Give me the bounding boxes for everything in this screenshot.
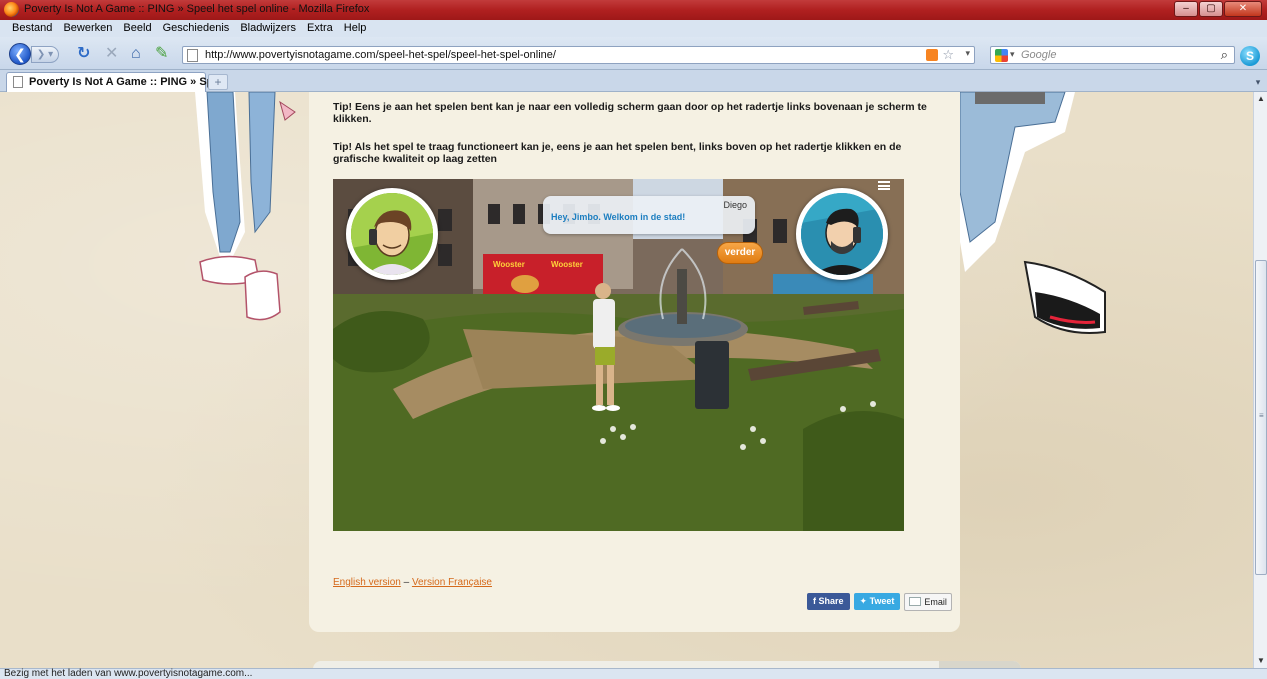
menu-geschiedenis[interactable]: Geschiedenis (159, 20, 234, 34)
skype-icon[interactable]: S (1240, 46, 1260, 66)
menu-bladwijzers[interactable]: Bladwijzers (236, 20, 300, 34)
status-bar: Bezig met het laden van www.povertyisnot… (0, 668, 1267, 679)
dialog-text: Hey, Jimbo. Welkom in de stad! (551, 212, 686, 222)
tab-active[interactable]: Poverty Is Not A Game :: PING » Spe... (6, 72, 229, 92)
scroll-up-arrow[interactable]: ▲ (1254, 92, 1267, 106)
menu-beeld[interactable]: Beeld (119, 20, 155, 34)
illustration-left (195, 92, 296, 321)
firefox-icon (4, 2, 19, 17)
stop-icon: ✕ (105, 45, 119, 62)
facebook-share-button[interactable]: f Share (807, 593, 850, 610)
next-panel-tab (939, 661, 1021, 668)
forward-button[interactable]: ❯ ▾ (31, 46, 59, 63)
menu-icon[interactable] (878, 181, 890, 190)
tip-fullscreen: Tip! Eens je aan het spelen bent kan je … (333, 101, 927, 125)
menu-bestand[interactable]: Bestand (0, 20, 56, 34)
search-box[interactable]: ▾ Google ⌕ (990, 46, 1235, 64)
menu-bar: Bestand Bewerken Beeld Geschiedenis Blad… (0, 20, 1267, 37)
navigation-toolbar: ❮ ❯ ▾ ↻ ✕ ⌂ ✎ http://www.povertyisnotaga… (0, 37, 1267, 70)
star-icon[interactable]: ☆ (942, 47, 954, 63)
reload-icon: ↻ (77, 45, 91, 62)
minimize-button[interactable]: – (1174, 1, 1198, 17)
vertical-scrollbar[interactable]: ▲ ≡ ▼ (1253, 92, 1267, 668)
tab-label: Poverty Is Not A Game :: PING » Spe... (29, 76, 229, 88)
bookmark-icon: ✎ (155, 45, 169, 62)
email-button[interactable]: Email (904, 593, 952, 611)
history-dropdown-icon[interactable]: ▾ (965, 48, 970, 59)
stop-button[interactable]: ✕ (105, 45, 118, 63)
language-separator: – (400, 577, 412, 588)
maximize-button[interactable]: ▢ (1199, 1, 1223, 17)
page-viewport: Tip! Eens je aan het spelen bent kan je … (0, 92, 1253, 668)
menu-extra[interactable]: Extra (303, 20, 337, 34)
twitter-icon: ✦ (859, 596, 870, 606)
window-title: Poverty Is Not A Game :: PING » Speel he… (24, 3, 370, 15)
chevron-down-icon[interactable]: ▾ (1010, 49, 1015, 60)
window-controls: – ▢ ✕ (1174, 1, 1262, 17)
shop-sign-text: Wooster (493, 260, 525, 269)
scroll-grip-icon: ≡ (1259, 411, 1264, 420)
window-titlebar[interactable]: Poverty Is Not A Game :: PING » Speel he… (0, 0, 1267, 20)
url-text[interactable]: http://www.povertyisnotagame.com/speel-h… (205, 49, 556, 61)
menu-bewerken[interactable]: Bewerken (59, 20, 116, 34)
search-icon[interactable]: ⌕ (1221, 47, 1228, 63)
address-bar[interactable]: http://www.povertyisnotagame.com/speel-h… (182, 46, 975, 64)
tweet-label: Tweet (869, 596, 895, 606)
back-icon: ❮ (14, 46, 26, 62)
rss-icon[interactable] (926, 49, 938, 61)
avatar-player (346, 188, 438, 280)
google-icon[interactable] (995, 49, 1008, 62)
page-icon (187, 49, 198, 62)
avatar-diego (796, 188, 888, 280)
status-text: Bezig met het laden van www.povertyisnot… (4, 668, 253, 679)
bookmark-button[interactable]: ✎ (155, 45, 168, 63)
scroll-thumb[interactable]: ≡ (1255, 260, 1267, 575)
close-button[interactable]: ✕ (1224, 1, 1262, 17)
shop-sign-text: Wooster (551, 260, 583, 269)
envelope-icon (909, 597, 922, 606)
scroll-down-arrow[interactable]: ▼ (1254, 654, 1267, 668)
search-input[interactable]: Google (1021, 49, 1056, 61)
back-button[interactable]: ❮ (9, 43, 31, 65)
new-tab-button[interactable]: + (208, 74, 228, 90)
continue-button[interactable]: verder (717, 242, 763, 264)
email-label: Email (924, 597, 947, 607)
tab-bar: Poverty Is Not A Game :: PING » Spe... +… (0, 70, 1267, 92)
language-links: English version – Version Française (333, 577, 492, 588)
home-icon: ⌂ (131, 45, 141, 62)
dialog-bubble: Diego Hey, Jimbo. Welkom in de stad! (543, 196, 755, 234)
english-version-link[interactable]: English version (333, 577, 401, 588)
menu-help[interactable]: Help (340, 20, 371, 34)
reload-button[interactable]: ↻ (77, 45, 90, 63)
next-content-panel (313, 661, 1021, 668)
content-panel: Tip! Eens je aan het spelen bent kan je … (309, 92, 960, 632)
forward-icon: ❯ ▾ (36, 49, 54, 60)
illustration-right (955, 92, 1106, 334)
tab-list-button[interactable]: ▾ (1251, 74, 1265, 90)
facebook-share-label: Share (818, 596, 844, 606)
page-icon (13, 76, 23, 88)
home-button[interactable]: ⌂ (131, 45, 141, 63)
share-buttons: f Share ✦ Tweet Email (807, 593, 952, 611)
game-canvas[interactable]: Wooster Wooster Diego Hey, Jimbo. Welkom… (333, 179, 904, 531)
french-version-link[interactable]: Version Française (412, 577, 492, 588)
tweet-button[interactable]: ✦ Tweet (853, 593, 901, 610)
tip-quality: Tip! Als het spel te traag functioneert … (333, 141, 902, 165)
dialog-speaker: Diego (723, 200, 747, 210)
